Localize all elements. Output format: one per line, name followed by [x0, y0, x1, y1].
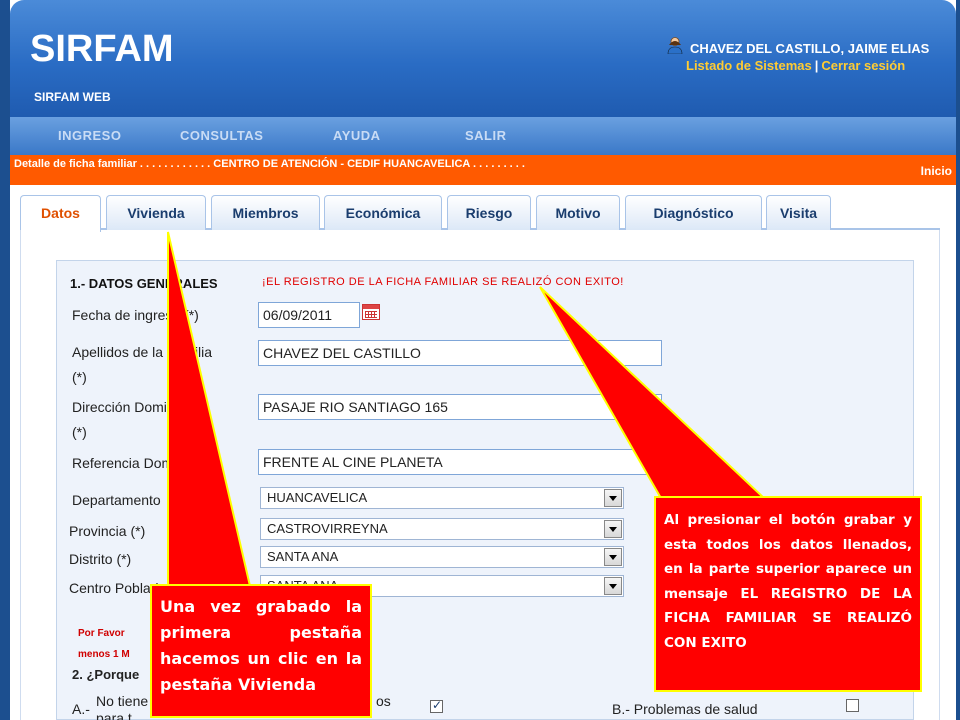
- chevron-down-icon[interactable]: [604, 577, 622, 595]
- tab-diagnostico[interactable]: Diagnóstico: [625, 195, 762, 230]
- annotation-callout-left: Una vez grabado la primera pestaña hacem…: [150, 584, 372, 718]
- breadcrumb-text: Detalle de ficha familiar . . . . . . . …: [14, 158, 525, 170]
- user-name: CHAVEZ DEL CASTILLO, JAIME ELIAS: [690, 41, 930, 56]
- chevron-down-icon[interactable]: [604, 489, 622, 507]
- nav-item-salir[interactable]: SALIR: [465, 128, 507, 143]
- option-b-checkbox[interactable]: [846, 699, 859, 712]
- link-separator: |: [814, 58, 819, 73]
- distrito-select[interactable]: SANTA ANA: [260, 546, 624, 568]
- success-message: ¡EL REGISTRO DE LA FICHA FAMILIAR SE REA…: [262, 276, 624, 288]
- apellidos-required: (*): [72, 369, 87, 385]
- app-subtitle: SIRFAM WEB: [34, 90, 111, 104]
- systems-list-link[interactable]: Listado de Sistemas: [686, 58, 812, 73]
- fecha-input[interactable]: 06/09/2011: [258, 302, 360, 328]
- provincia-label: Provincia (*): [69, 523, 146, 539]
- direccion-input[interactable]: PASAJE RIO SANTIAGO 165: [258, 394, 662, 420]
- tab-economica[interactable]: Económica: [324, 195, 442, 230]
- referencia-label: Referencia Domiciliaria: [72, 455, 216, 471]
- departamento-select[interactable]: HUANCAVELICA: [260, 487, 624, 509]
- window-frame-right: [956, 0, 960, 720]
- section2-title: 2. ¿Porque: [72, 667, 140, 682]
- nav-item-ingreso[interactable]: INGRESO: [58, 128, 121, 143]
- departamento-label: Departamento: [72, 492, 161, 508]
- provincia-value: CASTROVIRREYNA: [267, 521, 388, 536]
- direccion-label: Dirección Domiciliaria: [72, 399, 207, 415]
- tab-motivo[interactable]: Motivo: [536, 195, 620, 230]
- home-link[interactable]: Inicio: [921, 164, 952, 178]
- warning-text-line2: menos 1 M: [78, 649, 130, 660]
- warning-text-line1: Por Favor: [78, 628, 125, 639]
- departamento-value: HUANCAVELICA: [267, 490, 368, 505]
- nav-item-ayuda[interactable]: AYUDA: [333, 128, 381, 143]
- main-nav: INGRESO CONSULTAS AYUDA SALIR: [10, 117, 956, 155]
- fecha-label: Fecha de ingreso (*): [72, 307, 199, 323]
- section-title: 1.- DATOS GENERALES: [70, 276, 218, 291]
- provincia-select[interactable]: CASTROVIRREYNA: [260, 518, 624, 540]
- tab-vivienda[interactable]: Vivienda: [106, 195, 206, 230]
- chevron-down-icon[interactable]: [604, 548, 622, 566]
- calendar-icon[interactable]: [362, 304, 380, 320]
- option-b-label: B.- Problemas de salud: [612, 701, 758, 717]
- app-header: SIRFAM SIRFAM WEB CHAVEZ DEL CASTILLO, J…: [10, 0, 956, 117]
- annotation-callout-right: Al presionar el botón grabar y esta todo…: [654, 496, 922, 692]
- apellidos-label: Apellidos de la Familia: [72, 344, 213, 360]
- tab-bar: Datos Vivienda Miembros Económica Riesgo…: [20, 195, 940, 232]
- distrito-label: Distrito (*): [69, 551, 132, 567]
- tab-miembros[interactable]: Miembros: [211, 195, 320, 230]
- direccion-required: (*): [72, 424, 87, 440]
- tab-riesgo[interactable]: Riesgo: [447, 195, 531, 230]
- referencia-input[interactable]: FRENTE AL CINE PLANETA: [258, 449, 662, 475]
- window-frame-left: [0, 0, 10, 720]
- tab-visita[interactable]: Visita: [766, 195, 831, 230]
- app-logo: SIRFAM: [30, 28, 174, 70]
- breadcrumb: Detalle de ficha familiar . . . . . . . …: [10, 155, 956, 185]
- option-a-label-line2: para t: [96, 710, 132, 720]
- logout-link[interactable]: Cerrar sesión: [821, 58, 905, 73]
- user-links: Listado de Sistemas | Cerrar sesión: [686, 58, 905, 73]
- nav-item-consultas[interactable]: CONSULTAS: [180, 128, 263, 143]
- option-a-label-suffix: os: [376, 693, 391, 709]
- option-a-checkbox[interactable]: [430, 698, 443, 713]
- tab-datos[interactable]: Datos: [20, 195, 101, 232]
- distrito-value: SANTA ANA: [267, 549, 339, 564]
- user-icon: [667, 37, 683, 54]
- chevron-down-icon[interactable]: [604, 520, 622, 538]
- apellidos-input[interactable]: CHAVEZ DEL CASTILLO: [258, 340, 662, 366]
- option-a-letter: A.-: [72, 701, 90, 717]
